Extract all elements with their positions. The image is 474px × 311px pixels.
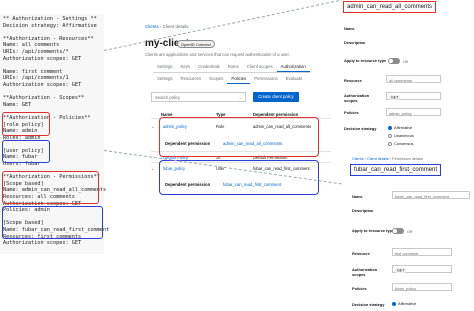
tab-client-scopes[interactable]: Client scopes <box>243 62 277 72</box>
strategy-affirmative-radio[interactable]: Affirmative <box>388 125 412 130</box>
strategy-affirmative-label: Affirmative <box>394 125 413 130</box>
breadcrumb-permission-details: Permission details <box>392 157 423 161</box>
apply-resource-type-label: Apply to resource type <box>352 228 395 233</box>
breadcrumb-client-details[interactable]: Client details <box>367 157 389 161</box>
client-tabs: Settings Keys Credentials Roles Client s… <box>153 62 310 73</box>
highlight-admin-row <box>159 117 319 157</box>
note-line: URIs: /api/comments/* <box>3 48 69 55</box>
breadcrumb: Clients › Client details <box>145 24 189 29</box>
subtab-evaluate[interactable]: Evaluate <box>282 74 307 84</box>
name-label: Name <box>344 26 355 31</box>
permission-name-heading: admin_can_read_all_comments <box>343 1 437 13</box>
toggle-state: Off <box>407 229 413 234</box>
strategy-consensus-radio[interactable]: Consensus <box>388 141 413 146</box>
breadcrumb-clients[interactable]: Clients <box>352 157 364 161</box>
policies-select[interactable]: admin_policy <box>386 108 441 116</box>
authorization-scopes-select[interactable]: GET <box>392 265 452 273</box>
note-box-role-policy <box>2 112 50 136</box>
resource-value: first comment <box>395 250 419 256</box>
policies-label: Policies <box>352 286 367 291</box>
scope-chip: GET <box>395 268 407 273</box>
subtab-permissions[interactable]: Permissions <box>250 74 281 84</box>
note-line: **Authorization - Resources** <box>3 35 94 42</box>
description-label: Description <box>344 40 366 45</box>
page-description: Clients are applications and services th… <box>145 52 290 57</box>
search-policy-input[interactable]: Search policy → <box>151 92 246 102</box>
search-placeholder: Search policy <box>155 95 181 100</box>
note-line <box>3 62 101 69</box>
note-line: Name: GET <box>3 101 32 108</box>
note-line: Name: all comments <box>3 42 60 49</box>
scope-chip: GET <box>389 95 401 100</box>
name-input[interactable]: fubar_can_read_first_comment <box>392 191 470 199</box>
resource-select[interactable]: all comments <box>386 75 441 83</box>
tab-credentials[interactable]: Credentials <box>194 62 224 72</box>
strategy-affirmative-label: Affirmative <box>398 301 417 306</box>
strategy-unanimous-radio[interactable]: Unanimous <box>388 133 414 138</box>
tab-authorization[interactable]: Authorization <box>276 62 310 72</box>
decision-strategy-label: Decision strategy <box>344 126 377 131</box>
authorization-scopes-label: Authorization scopes <box>344 93 370 103</box>
apply-resource-type-toggle[interactable] <box>388 58 400 64</box>
policies-label: Policies <box>344 110 359 115</box>
resource-label: Resource <box>344 78 362 83</box>
note-line <box>3 89 101 96</box>
subtab-scopes[interactable]: Scopes <box>205 74 227 84</box>
description-label: Description <box>352 208 374 213</box>
resource-select[interactable]: first comment <box>392 248 452 256</box>
note-line: Authorization scopes: GET <box>3 55 82 62</box>
breadcrumb-client-details: Client details <box>162 24 189 29</box>
breadcrumb: Clients › Client details › Permission de… <box>352 157 423 161</box>
policies-value: admin_policy <box>389 110 412 116</box>
subtab-resources[interactable]: Resources <box>177 74 206 84</box>
tab-roles[interactable]: Roles <box>224 62 243 72</box>
permission-form-fubar: Clients › Client details › Permission de… <box>342 155 474 311</box>
decision-strategy-label: Decision strategy <box>352 302 385 307</box>
note-line: ** Authorization - Settings ** <box>3 16 97 22</box>
resource-value: all comments <box>389 77 412 83</box>
subtab-policies[interactable]: Policies <box>227 74 251 84</box>
breadcrumb-clients[interactable]: Clients <box>145 24 159 29</box>
chevron-down-icon[interactable]: ⌄ <box>151 166 155 172</box>
name-input-value: fubar_can_read_first_comment <box>395 193 449 199</box>
note-line <box>3 29 101 36</box>
strategy-affirmative-radio[interactable]: Affirmative <box>392 301 416 306</box>
protocol-badge: OpenID Connect <box>177 40 215 48</box>
note-box-fubar-permission <box>2 206 103 239</box>
note-line: Authorization scopes: GET <box>3 81 82 88</box>
strategy-consensus-label: Consensus <box>394 141 414 146</box>
apply-resource-type-toggle[interactable] <box>392 228 404 234</box>
apply-resource-type-label: Apply to resource type <box>344 58 387 63</box>
authorization-scopes-select[interactable]: GET <box>386 92 441 100</box>
authorization-scopes-label: Authorization scopes <box>352 267 378 277</box>
resource-label: Resource <box>352 251 370 256</box>
strategy-unanimous-label: Unanimous <box>394 133 414 138</box>
note-line: **Authorization - Scopes** <box>3 95 85 102</box>
policies-value: fubar_policy <box>395 285 416 291</box>
note-line: URIs: /api/comments/1 <box>3 75 69 82</box>
policies-select[interactable]: fubar_policy <box>392 283 452 291</box>
name-label: Name <box>352 194 363 199</box>
subtab-settings[interactable]: Settings <box>153 74 177 84</box>
permission-name-heading: fubar_can_read_first_comment <box>350 164 442 176</box>
chevron-down-icon[interactable]: ⌄ <box>151 124 155 130</box>
authorization-subtabs: Settings Resources Scopes Policies Permi… <box>153 74 306 84</box>
tab-keys[interactable]: Keys <box>177 62 195 72</box>
note-line: Authorization scopes: GET <box>3 240 82 247</box>
permission-form-admin: admin_can_read_all_comments Name Descrip… <box>342 0 474 155</box>
arrow-right-icon[interactable]: → <box>238 95 242 100</box>
note-box-admin-permission <box>2 171 99 204</box>
create-client-policy-button[interactable]: Create client policy <box>253 92 299 102</box>
note-box-user-policy <box>2 140 50 163</box>
toggle-state: Off <box>403 59 409 64</box>
note-line: Decision strategy: Affirmative <box>3 22 97 29</box>
note-line: Name: first comment <box>3 68 63 75</box>
tab-settings[interactable]: Settings <box>153 62 177 72</box>
